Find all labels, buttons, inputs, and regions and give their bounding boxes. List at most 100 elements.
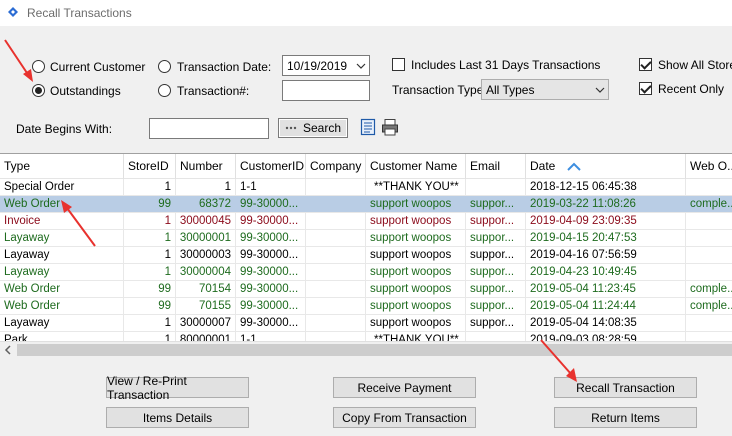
cell-number: 30000003: [176, 247, 236, 263]
transaction-type-select[interactable]: All Types: [481, 79, 609, 100]
table-row[interactable]: Special Order 1 1 1-1 **THANK YOU** 2018-12-1…: [0, 179, 732, 196]
cell-date: 2019-05-04 11:23:45: [526, 281, 686, 297]
window-title: Recall Transactions: [27, 6, 132, 20]
col-email[interactable]: Email: [466, 154, 526, 179]
outstandings-radio[interactable]: [32, 84, 45, 97]
transactions-grid[interactable]: Type StoreID Number CustomerID Company C…: [0, 153, 732, 358]
search-button[interactable]: Search: [278, 118, 348, 138]
cell-date: 2019-04-09 23:09:35: [526, 213, 686, 229]
cell-customerid: 99-30000...: [236, 247, 306, 263]
recent-only-label[interactable]: Recent Only: [658, 82, 724, 96]
cell-email: suppor...: [466, 230, 526, 246]
cell-web-order: comple...: [686, 298, 732, 314]
cell-web-order: [686, 213, 732, 229]
cell-type: Web Order: [0, 196, 124, 212]
cell-customerid: 99-30000...: [236, 196, 306, 212]
cell-number: 30000007: [176, 315, 236, 331]
cell-customer-name: support woopos: [366, 264, 466, 280]
show-all-stores-checkbox[interactable]: [639, 58, 652, 71]
cell-storeid: 99: [124, 196, 176, 212]
cell-storeid: 99: [124, 298, 176, 314]
cell-type: Layaway: [0, 230, 124, 246]
cell-number: 68372: [176, 196, 236, 212]
includes-last-31-label[interactable]: Includes Last 31 Days Transactions: [411, 58, 600, 72]
cell-number: 70155: [176, 298, 236, 314]
cell-web-order: comple...: [686, 196, 732, 212]
cell-email: suppor...: [466, 281, 526, 297]
chevron-down-icon[interactable]: [352, 56, 369, 75]
cell-customer-name: support woopos: [366, 247, 466, 263]
items-details-button[interactable]: Items Details: [106, 407, 249, 428]
document-icon[interactable]: [360, 118, 376, 136]
transaction-date-label[interactable]: Transaction Date:: [177, 60, 271, 74]
outstandings-label[interactable]: Outstandings: [50, 84, 121, 98]
recent-only-checkbox[interactable]: [639, 82, 652, 95]
table-row[interactable]: Layaway 1 30000004 99-30000... support woopo…: [0, 264, 732, 281]
copy-from-transaction-button[interactable]: Copy From Transaction: [333, 407, 476, 428]
horizontal-scrollbar[interactable]: [0, 341, 732, 358]
cell-date: 2019-05-04 14:08:35: [526, 315, 686, 331]
col-storeid[interactable]: StoreID: [124, 154, 176, 179]
transaction-date-picker[interactable]: 10/19/2019: [282, 55, 370, 76]
col-web-order[interactable]: Web O...: [686, 154, 732, 179]
search-button-label: Search: [302, 121, 342, 135]
cell-storeid: 1: [124, 264, 176, 280]
receive-payment-button[interactable]: Receive Payment: [333, 377, 476, 398]
table-row[interactable]: Layaway 1 30000003 99-30000... support woopo…: [0, 247, 732, 264]
cell-company: [306, 213, 366, 229]
date-begins-input[interactable]: [149, 118, 269, 139]
cell-date: 2019-04-15 20:47:53: [526, 230, 686, 246]
cell-date: 2019-04-23 10:49:45: [526, 264, 686, 280]
cell-type: Invoice: [0, 213, 124, 229]
cell-customer-name: support woopos: [366, 230, 466, 246]
cell-email: suppor...: [466, 315, 526, 331]
cell-date: 2018-12-15 06:45:38: [526, 179, 686, 195]
app-icon: [8, 7, 18, 17]
cell-storeid: 1: [124, 230, 176, 246]
table-row[interactable]: Web Order 99 70154 99-30000... support woopo…: [0, 281, 732, 298]
table-row[interactable]: Web Order 99 70155 99-30000... support woopo…: [0, 298, 732, 315]
sort-ascending-icon: [567, 162, 582, 171]
show-all-stores-label[interactable]: Show All Stores: [658, 58, 732, 72]
table-row[interactable]: Web Order 99 68372 99-30000... support woopo…: [0, 196, 732, 213]
cell-customerid: 99-30000...: [236, 230, 306, 246]
col-customerid[interactable]: CustomerID: [236, 154, 306, 179]
includes-last-31-checkbox[interactable]: [392, 58, 405, 71]
cell-company: [306, 179, 366, 195]
recall-transaction-button[interactable]: Recall Transaction: [554, 377, 697, 398]
scrollbar-thumb[interactable]: [17, 344, 732, 356]
cell-email: [466, 179, 526, 195]
cell-web-order: comple...: [686, 281, 732, 297]
col-type[interactable]: Type: [0, 154, 124, 179]
cell-company: [306, 298, 366, 314]
transaction-number-input[interactable]: [282, 80, 370, 101]
printer-icon[interactable]: [381, 118, 399, 136]
col-number[interactable]: Number: [176, 154, 236, 179]
table-row[interactable]: Layaway 1 30000007 99-30000... support woopo…: [0, 315, 732, 332]
transaction-date-radio[interactable]: [158, 60, 171, 73]
chevron-down-icon[interactable]: [591, 80, 608, 99]
transaction-number-label[interactable]: Transaction#:: [177, 84, 249, 98]
col-customer-name[interactable]: Customer Name: [366, 154, 466, 179]
cell-web-order: [686, 179, 732, 195]
cell-company: [306, 315, 366, 331]
table-row[interactable]: Layaway 1 30000001 99-30000... support woopo…: [0, 230, 732, 247]
cell-type: Layaway: [0, 264, 124, 280]
cell-type: Special Order: [0, 179, 124, 195]
search-icon: [285, 126, 297, 130]
return-items-button[interactable]: Return Items: [554, 407, 697, 428]
table-row[interactable]: Invoice 1 30000045 99-30000... support woopo…: [0, 213, 732, 230]
cell-customer-name: **THANK YOU**: [366, 179, 466, 195]
cell-customer-name: support woopos: [366, 315, 466, 331]
col-company[interactable]: Company: [306, 154, 366, 179]
cell-number: 30000045: [176, 213, 236, 229]
scroll-left-icon[interactable]: [0, 342, 17, 358]
col-date-header[interactable]: Date: [526, 154, 686, 179]
cell-customerid: 99-30000...: [236, 281, 306, 297]
view-reprint-button[interactable]: View / Re-Print Transaction: [106, 374, 249, 402]
cell-type: Web Order: [0, 298, 124, 314]
current-customer-label[interactable]: Current Customer: [50, 60, 145, 74]
transaction-number-radio[interactable]: [158, 84, 171, 97]
cell-email: suppor...: [466, 196, 526, 212]
current-customer-radio[interactable]: [32, 60, 45, 73]
